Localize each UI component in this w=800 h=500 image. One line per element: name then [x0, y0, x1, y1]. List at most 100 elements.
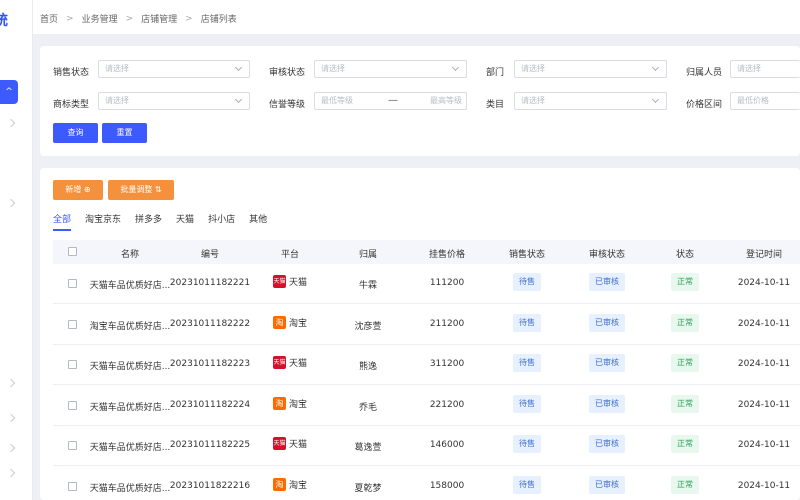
register-date: 2024-10-11 — [737, 480, 791, 491]
breadcrumb-home[interactable]: 首页 — [40, 12, 58, 25]
sidebar-active-item[interactable]: ^ — [0, 80, 18, 104]
sales-status-badge: 待售 — [513, 475, 541, 494]
filter-panel: 销售状态 请选择 审核状态 请选择 部门 请选择 归属人员 请选择 商标类型 请… — [40, 46, 800, 156]
taobao-logo-icon: 淘 — [272, 315, 286, 329]
tab-douyin-shop[interactable]: 抖小店 — [208, 212, 235, 231]
col-name: 名称 — [120, 250, 140, 260]
platform-cell: 天猫 天猫 — [272, 275, 307, 288]
sales-status-badge: 待售 — [513, 394, 541, 413]
col-price: 挂售价格 — [428, 250, 466, 260]
table-panel: 新增 ⊕ 批量调整 ⇅ 全部 淘宝京东 拼多多 天猫 抖小店 其他 名称 编号 … — [40, 168, 800, 500]
add-button[interactable]: 新增 ⊕ — [53, 180, 103, 200]
tab-other[interactable]: 其他 — [249, 212, 267, 231]
breadcrumb-business[interactable]: 业务管理 — [82, 12, 118, 25]
credit-level-min-input[interactable]: 最低等级 — [321, 96, 353, 105]
row-checkbox[interactable] — [68, 279, 77, 288]
platform-name: 淘宝 — [288, 480, 308, 491]
platform-cell: 淘淘宝 — [272, 315, 308, 329]
store-name[interactable]: 天猫车品优质好店... — [90, 278, 171, 291]
platform-cell: 淘淘宝 — [272, 396, 307, 410]
col-id: 编号 — [200, 250, 220, 260]
status-badge: 正常 — [671, 435, 699, 453]
review-status-select[interactable]: 请选择 — [314, 60, 467, 78]
col-review-status: 审核状态 — [588, 250, 626, 260]
platform-cell: 天猫 天猫 — [272, 356, 307, 369]
tab-tmall[interactable]: 天猫 — [176, 212, 194, 231]
batch-adjust-label: 批量调整 — [120, 185, 153, 194]
chevron-right-icon: > — [185, 13, 193, 24]
store-name[interactable]: 天猫车品优质好店... — [90, 481, 171, 494]
trademark-type-select[interactable]: 请选择 — [98, 92, 250, 110]
row-checkbox[interactable] — [68, 360, 77, 369]
batch-adjust-button[interactable]: 批量调整 ⇅ — [108, 180, 174, 200]
table-row[interactable]: 天猫车品优质好店... 20231011822216 淘淘宝 夏乾梦 158000 待售 已… — [53, 467, 800, 500]
status-badge: 正常 — [671, 394, 699, 413]
chevron-icon[interactable] — [6, 118, 16, 128]
review-status-label: 审核状态 — [269, 68, 306, 78]
row-checkbox[interactable] — [68, 481, 77, 491]
chevron-icon[interactable] — [6, 413, 16, 423]
trademark-type-label: 商标类型 — [53, 100, 90, 110]
table-row[interactable]: 天猫车品优质好店... 20231011182221 天猫 天猫 牛霖 111200 待售 已… — [53, 264, 800, 304]
row-checkbox[interactable] — [68, 319, 77, 329]
category-label: 类目 — [486, 100, 505, 110]
owner-name: 葛逸萱 — [354, 443, 382, 453]
store-id: 20231011182222 — [169, 318, 251, 329]
sales-status-select[interactable]: 请选择 — [98, 60, 250, 78]
row-checkbox[interactable] — [68, 441, 77, 450]
store-name[interactable]: 天猫车品优质好店... — [90, 359, 171, 372]
chevron-icon[interactable] — [6, 443, 16, 453]
table-row[interactable]: 天猫车品优质好店... 20231011182224 淘淘宝 乔毛 221200 待售 已审… — [53, 386, 800, 426]
credit-level-range[interactable]: 最低等级 — 最高等级 — [314, 92, 467, 110]
chevron-icon[interactable] — [6, 378, 16, 388]
store-id: 20231011182224 — [169, 399, 251, 410]
platform-tabs: 全部 淘宝京东 拼多多 天猫 抖小店 其他 — [53, 212, 281, 231]
table-row[interactable]: 天猫车品优质好店... 20231011182225 天猫 天猫 葛逸萱 146000 待售… — [53, 426, 800, 466]
owner-select[interactable]: 请选择 — [730, 60, 800, 78]
breadcrumb-store-mgmt[interactable]: 店铺管理 — [141, 12, 177, 25]
col-register-time: 登记时间 — [745, 250, 783, 260]
sales-status-badge: 待售 — [513, 354, 541, 372]
store-id: 20231011182221 — [169, 278, 251, 288]
status-badge: 正常 — [671, 475, 699, 494]
price-min-input[interactable]: 最低价格 — [730, 92, 800, 110]
store-name[interactable]: 天猫车品优质好店... — [90, 440, 171, 453]
chevron-icon[interactable] — [6, 468, 16, 478]
platform-cell: 天猫 天猫 — [272, 437, 307, 450]
row-checkbox[interactable] — [68, 400, 77, 410]
category-select[interactable]: 请选择 — [514, 92, 667, 110]
listing-price: 158000 — [429, 480, 465, 491]
chevron-icon[interactable] — [6, 198, 16, 208]
store-id: 20231011822216 — [169, 480, 251, 491]
tmall-logo-icon: 天猫 — [272, 437, 286, 450]
tab-pinduoduo[interactable]: 拼多多 — [135, 212, 162, 231]
owner-label: 归属人员 — [686, 68, 723, 78]
system-title: 统 — [0, 13, 8, 29]
owner-name: 夏乾梦 — [354, 483, 382, 494]
review-status-badge: 已审核 — [589, 475, 625, 494]
reset-button[interactable]: 重置 — [102, 123, 147, 143]
status-badge: 正常 — [671, 273, 699, 291]
query-button[interactable]: 查询 — [53, 123, 98, 143]
tab-all[interactable]: 全部 — [53, 212, 72, 231]
select-all-checkbox[interactable] — [68, 247, 77, 256]
department-label: 部门 — [486, 68, 505, 78]
store-name[interactable]: 天猫车品优质好店... — [90, 400, 171, 413]
chevron-down-icon — [651, 95, 660, 104]
tab-taobao-jd[interactable]: 淘宝京东 — [85, 212, 121, 231]
credit-level-max-input[interactable]: 最高等级 — [430, 93, 462, 109]
department-select[interactable]: 请选择 — [514, 60, 667, 78]
platform-name: 淘宝 — [288, 318, 308, 329]
sales-status-label: 销售状态 — [53, 68, 90, 78]
table-row[interactable]: 淘宝车品优质好店... 20231011182222 淘淘宝 沈彦萱 211200 待售 已… — [53, 305, 800, 345]
breadcrumb-store-list: 店铺列表 — [200, 15, 237, 25]
top-header: 首页 > 业务管理 > 店铺管理 > 店铺列表 — [33, 0, 800, 34]
listing-price: 146000 — [429, 440, 465, 450]
store-name[interactable]: 淘宝车品优质好店... — [90, 319, 171, 332]
table-row[interactable]: 天猫车品优质好店... 20231011182223 天猫 天猫 熊逸 311200 待售 已… — [53, 345, 800, 385]
chevron-down-icon — [451, 63, 460, 72]
status-badge: 正常 — [671, 313, 699, 332]
store-id: 20231011182225 — [169, 440, 251, 450]
register-date: 2024-10-11 — [737, 399, 791, 410]
review-status-badge: 已审核 — [589, 354, 625, 372]
